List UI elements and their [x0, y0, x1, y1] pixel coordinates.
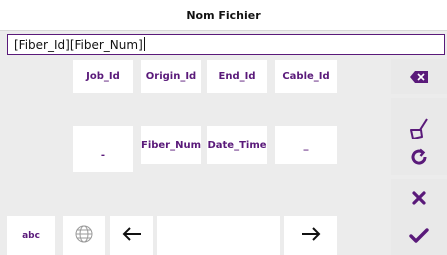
refresh-icon — [410, 148, 428, 166]
backspace-button[interactable] — [391, 59, 447, 94]
filename-value: [Fiber_Id][Fiber_Num] — [14, 38, 143, 52]
key-job-id[interactable]: Job_Id — [73, 60, 133, 93]
globe-icon — [74, 224, 94, 247]
cursor-right-key[interactable] — [284, 216, 337, 255]
backspace-icon — [409, 70, 429, 84]
key-end-id[interactable]: End_Id — [207, 60, 267, 93]
key-cable-id[interactable]: Cable_Id — [275, 60, 337, 93]
key-origin-id[interactable]: Origin_Id — [141, 60, 201, 93]
cancel-button[interactable] — [391, 179, 447, 216]
checkmark-icon — [409, 227, 429, 244]
cursor-left-key[interactable] — [110, 216, 153, 255]
filename-input[interactable]: [Fiber_Id][Fiber_Num] — [7, 34, 445, 55]
broom-icon — [408, 117, 430, 141]
key-fiber-num[interactable]: Fiber_Num — [141, 126, 201, 164]
undo-button[interactable] — [391, 139, 447, 175]
arrow-right-icon — [301, 227, 321, 244]
confirm-button[interactable] — [391, 216, 447, 255]
abc-key[interactable]: abc — [7, 216, 55, 255]
dialog-title: Nom Fichier — [0, 0, 447, 31]
key-date-time[interactable]: Date_Time — [207, 126, 267, 164]
text-caret — [143, 37, 145, 51]
close-icon — [412, 190, 426, 205]
language-key[interactable] — [63, 216, 105, 255]
key-underscore[interactable]: _ — [275, 126, 337, 164]
space-key[interactable] — [157, 216, 280, 255]
key-dash[interactable]: - — [73, 139, 133, 172]
arrow-left-icon — [122, 227, 142, 244]
